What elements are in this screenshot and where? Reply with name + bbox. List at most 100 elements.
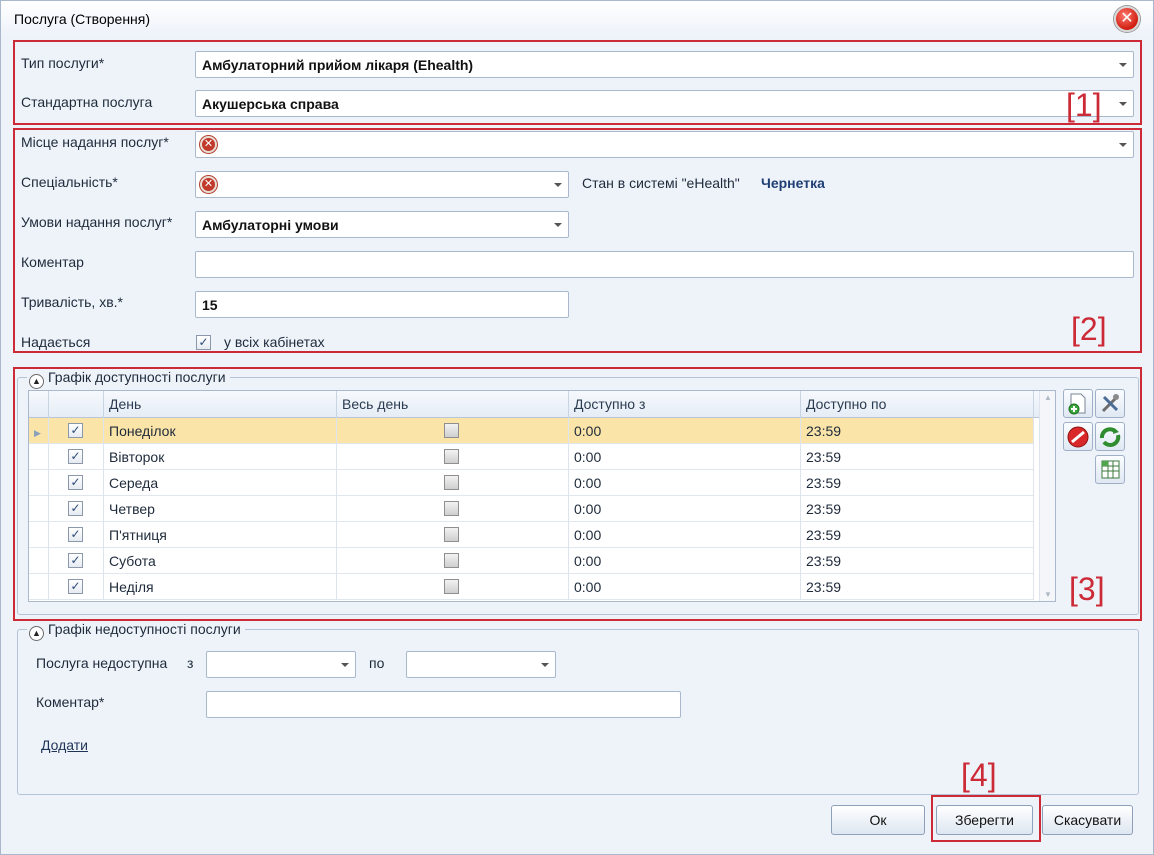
cancel-button[interactable]: Скасувати bbox=[1042, 805, 1133, 835]
conditions-dropdown[interactable]: Амбулаторні умови bbox=[195, 211, 569, 238]
available-to-cell[interactable]: 23:59 bbox=[801, 522, 1034, 548]
delete-row-button[interactable] bbox=[1063, 422, 1093, 451]
specialty-dropdown[interactable]: ✕ bbox=[195, 171, 569, 198]
available-to-cell[interactable]: 23:59 bbox=[801, 496, 1034, 522]
title-bar: Послуга (Створення) ✕ bbox=[1, 1, 1153, 35]
unavailable-comment-input[interactable] bbox=[206, 691, 681, 718]
all-day-checkbox[interactable] bbox=[444, 475, 459, 490]
row-select-cell[interactable]: ✓ bbox=[49, 418, 104, 444]
row-select-checkbox[interactable]: ✓ bbox=[68, 553, 83, 568]
available-from-cell[interactable]: 0:00 bbox=[569, 548, 801, 574]
day-cell[interactable]: Середа bbox=[104, 470, 337, 496]
standard-service-dropdown[interactable]: Акушерська справа bbox=[195, 90, 1134, 117]
grid-scrollbar[interactable]: ▲ ▼ bbox=[1039, 391, 1055, 601]
table-row[interactable]: ✓ Четвер 0:00 23:59 bbox=[29, 496, 1034, 522]
availability-grid: День Весь день Доступно з Доступно по ▶ ✓… bbox=[28, 390, 1056, 602]
row-select-checkbox[interactable]: ✓ bbox=[68, 449, 83, 464]
all-day-cell[interactable] bbox=[337, 574, 569, 600]
edit-row-button[interactable] bbox=[1095, 389, 1125, 418]
place-dropdown[interactable]: ✕ bbox=[195, 131, 1134, 158]
chevron-down-icon[interactable] bbox=[554, 183, 562, 187]
all-day-cell[interactable] bbox=[337, 522, 569, 548]
service-type-dropdown[interactable]: Амбулаторний прийом лікаря (Ehealth) bbox=[195, 51, 1134, 78]
save-button[interactable]: Зберегти bbox=[936, 805, 1033, 835]
all-day-cell[interactable] bbox=[337, 496, 569, 522]
grid-header-indicator bbox=[29, 391, 49, 418]
table-row[interactable]: ✓ Вівторок 0:00 23:59 bbox=[29, 444, 1034, 470]
table-row[interactable]: ✓ Субота 0:00 23:59 bbox=[29, 548, 1034, 574]
all-cabinets-checkbox[interactable]: ✓ bbox=[196, 335, 211, 350]
row-select-checkbox[interactable]: ✓ bbox=[68, 579, 83, 594]
row-select-cell[interactable]: ✓ bbox=[49, 496, 104, 522]
all-day-cell[interactable] bbox=[337, 444, 569, 470]
column-header-available-to[interactable]: Доступно по bbox=[801, 391, 1034, 418]
day-cell[interactable]: Понеділок bbox=[104, 418, 337, 444]
column-header-day[interactable]: День bbox=[104, 391, 337, 418]
row-select-checkbox[interactable]: ✓ bbox=[68, 527, 83, 542]
chevron-down-icon[interactable] bbox=[341, 663, 349, 667]
row-select-checkbox[interactable]: ✓ bbox=[68, 423, 83, 438]
row-select-cell[interactable]: ✓ bbox=[49, 470, 104, 496]
unavailability-header[interactable]: ▲ Графік недоступності послуги bbox=[27, 621, 245, 641]
chevron-down-icon[interactable] bbox=[1119, 143, 1127, 147]
refresh-button[interactable] bbox=[1095, 422, 1125, 451]
available-from-cell[interactable]: 0:00 bbox=[569, 522, 801, 548]
all-day-checkbox[interactable] bbox=[444, 501, 459, 516]
available-to-cell[interactable]: 23:59 bbox=[801, 444, 1034, 470]
chevron-down-icon[interactable] bbox=[554, 223, 562, 227]
row-select-checkbox[interactable]: ✓ bbox=[68, 475, 83, 490]
row-select-cell[interactable]: ✓ bbox=[49, 444, 104, 470]
add-row-button[interactable] bbox=[1063, 389, 1093, 418]
available-to-cell[interactable]: 23:59 bbox=[801, 574, 1034, 600]
table-row[interactable]: ▶ ✓ Понеділок 0:00 23:59 bbox=[29, 418, 1034, 444]
all-day-checkbox[interactable] bbox=[444, 553, 459, 568]
collapse-icon[interactable]: ▲ bbox=[29, 374, 44, 389]
chevron-down-icon[interactable] bbox=[541, 663, 549, 667]
all-day-checkbox[interactable] bbox=[444, 527, 459, 542]
all-day-checkbox[interactable] bbox=[444, 579, 459, 594]
available-to-cell[interactable]: 23:59 bbox=[801, 548, 1034, 574]
table-row[interactable]: ✓ П'ятниця 0:00 23:59 bbox=[29, 522, 1034, 548]
ok-button[interactable]: Ок bbox=[831, 805, 925, 835]
export-button[interactable] bbox=[1095, 455, 1125, 484]
column-header-all-day[interactable]: Весь день bbox=[337, 391, 569, 418]
day-cell[interactable]: П'ятниця bbox=[104, 522, 337, 548]
comment-input[interactable] bbox=[195, 251, 1134, 278]
chevron-down-icon[interactable] bbox=[1119, 63, 1127, 67]
available-from-cell[interactable]: 0:00 bbox=[569, 444, 801, 470]
available-to-cell[interactable]: 23:59 bbox=[801, 418, 1034, 444]
scroll-up-icon[interactable]: ▲ bbox=[1044, 393, 1052, 402]
grid-header-select[interactable] bbox=[49, 391, 104, 418]
close-icon[interactable]: ✕ bbox=[1114, 6, 1140, 32]
available-from-cell[interactable]: 0:00 bbox=[569, 574, 801, 600]
table-row[interactable]: ✓ Неділя 0:00 23:59 bbox=[29, 574, 1034, 600]
availability-header[interactable]: ▲ Графік доступності послуги bbox=[27, 369, 230, 389]
all-day-checkbox[interactable] bbox=[444, 449, 459, 464]
chevron-down-icon[interactable] bbox=[1119, 102, 1127, 106]
column-header-available-from[interactable]: Доступно з bbox=[569, 391, 801, 418]
row-select-cell[interactable]: ✓ bbox=[49, 574, 104, 600]
available-to-cell[interactable]: 23:59 bbox=[801, 470, 1034, 496]
scroll-down-icon[interactable]: ▼ bbox=[1044, 590, 1052, 599]
available-from-cell[interactable]: 0:00 bbox=[569, 496, 801, 522]
table-row[interactable]: ✓ Середа 0:00 23:59 bbox=[29, 470, 1034, 496]
unavailable-from-dropdown[interactable] bbox=[206, 651, 356, 678]
duration-input[interactable]: 15 bbox=[195, 291, 569, 318]
row-select-checkbox[interactable]: ✓ bbox=[68, 501, 83, 516]
all-day-cell[interactable] bbox=[337, 470, 569, 496]
day-cell[interactable]: Субота bbox=[104, 548, 337, 574]
all-day-cell[interactable] bbox=[337, 548, 569, 574]
unavailable-to-dropdown[interactable] bbox=[406, 651, 556, 678]
available-from-cell[interactable]: 0:00 bbox=[569, 418, 801, 444]
day-cell[interactable]: Вівторок bbox=[104, 444, 337, 470]
all-day-cell[interactable] bbox=[337, 418, 569, 444]
add-link[interactable]: Додати bbox=[41, 737, 88, 753]
collapse-icon[interactable]: ▲ bbox=[29, 626, 44, 641]
row-select-cell[interactable]: ✓ bbox=[49, 548, 104, 574]
row-indicator bbox=[29, 548, 49, 574]
available-from-cell[interactable]: 0:00 bbox=[569, 470, 801, 496]
all-day-checkbox[interactable] bbox=[444, 423, 459, 438]
day-cell[interactable]: Четвер bbox=[104, 496, 337, 522]
day-cell[interactable]: Неділя bbox=[104, 574, 337, 600]
row-select-cell[interactable]: ✓ bbox=[49, 522, 104, 548]
